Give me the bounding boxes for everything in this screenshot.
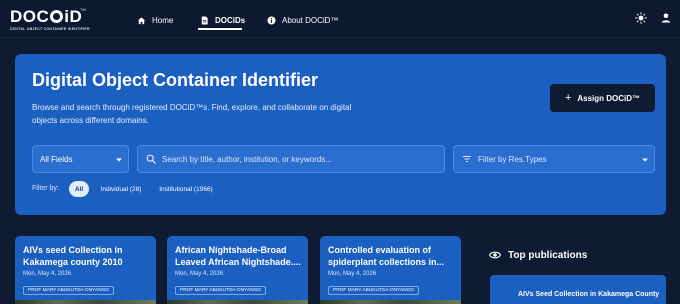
publication-card[interactable]: African Nightshade-Broad Leaved African … xyxy=(167,236,308,304)
document-icon xyxy=(201,15,208,25)
author-badge: PROF MARY ABUKUTSA-ONYANGO xyxy=(175,286,267,295)
nav-home[interactable]: Home xyxy=(137,12,173,28)
publication-card[interactable]: AIVs seed Collection in Kakamega county … xyxy=(15,236,156,304)
sun-icon[interactable] xyxy=(635,12,647,24)
card-thumbnail xyxy=(15,300,156,304)
top-publications-heading: Top publications xyxy=(489,249,587,261)
publication-card[interactable]: Controlled evaluation of spiderplant col… xyxy=(320,236,461,304)
top-publication-item[interactable]: AIVs Seed Collection in Kakamega County xyxy=(490,275,666,304)
field-select-value: All Fields xyxy=(40,154,73,164)
plus-icon: + xyxy=(564,92,572,104)
hero-panel: Digital Object Container Identifier Brow… xyxy=(15,54,666,215)
card-title: African Nightshade-Broad Leaved African … xyxy=(175,245,301,267)
user-icon[interactable] xyxy=(660,12,672,24)
home-icon xyxy=(137,16,146,24)
search-input[interactable]: Search by title, author, institution, or… xyxy=(137,145,445,173)
author-badge: PROF MARY ABUKUTSA-ONYANGO xyxy=(328,286,420,295)
filter-chip-all[interactable]: All xyxy=(69,181,89,197)
active-tab-indicator xyxy=(198,28,242,30)
nav-about-label: About DOCiD™ xyxy=(282,15,339,25)
docid-logo[interactable]: DOC iD TM DIGITAL OBJECT CONTAINER IDENTI… xyxy=(10,7,90,33)
search-icon xyxy=(146,154,156,164)
logo-wordmark: DOC iD xyxy=(10,7,83,26)
top-publication-title: AIVs Seed Collection in Kakamega County xyxy=(518,291,660,298)
field-select[interactable]: All Fields xyxy=(32,145,129,173)
top-navbar: DOC iD TM DIGITAL OBJECT CONTAINER IDENTI… xyxy=(0,0,680,38)
filter-icon xyxy=(463,156,471,162)
nav-home-label: Home xyxy=(152,15,174,25)
card-date: Mon, May 4, 2026 xyxy=(175,271,224,277)
filter-chip-individual[interactable]: Individual (28) xyxy=(95,181,147,197)
card-title: Controlled evaluation of spiderplant col… xyxy=(328,245,445,267)
top-publications-title: Top publications xyxy=(508,249,588,261)
restype-placeholder: Filter by Res.Types xyxy=(478,154,547,164)
card-date: Mon, May 4, 2026 xyxy=(23,271,72,277)
logo-tm: TM xyxy=(80,7,86,12)
nav-docids-label: DOCiDs xyxy=(215,15,246,25)
search-placeholder: Search by title, author, institution, or… xyxy=(162,154,332,164)
caret-down-icon xyxy=(642,158,648,162)
logo-subtitle: DIGITAL OBJECT CONTAINER IDENTIFIER xyxy=(10,27,90,31)
caret-down-icon xyxy=(116,158,122,162)
nav-about[interactable]: About DOCiD™ xyxy=(267,12,338,28)
page-title: Digital Object Container Identifier xyxy=(32,70,319,90)
restype-select[interactable]: Filter by Res.Types xyxy=(453,145,655,173)
card-thumbnail xyxy=(167,300,308,304)
card-thumbnail xyxy=(320,300,461,304)
info-icon xyxy=(267,15,276,25)
assign-docid-button[interactable]: + Assign DOCiD™ xyxy=(550,84,655,112)
card-title: AIVs seed Collection in Kakamega county … xyxy=(23,245,123,267)
nav-docids[interactable]: DOCiDs xyxy=(200,12,245,28)
card-date: Mon, May 4, 2026 xyxy=(328,271,377,277)
filter-chip-institutional[interactable]: Institutional (1966) xyxy=(154,181,218,197)
filter-label: Filter by: xyxy=(32,185,59,192)
assign-docid-label: Assign DOCiD™ xyxy=(577,93,641,103)
page-description: Browse and search through registered DOC… xyxy=(32,103,352,125)
author-badge: PROF MARY ABUKUTSA-ONYANGO xyxy=(23,286,115,295)
eye-icon xyxy=(489,251,501,259)
